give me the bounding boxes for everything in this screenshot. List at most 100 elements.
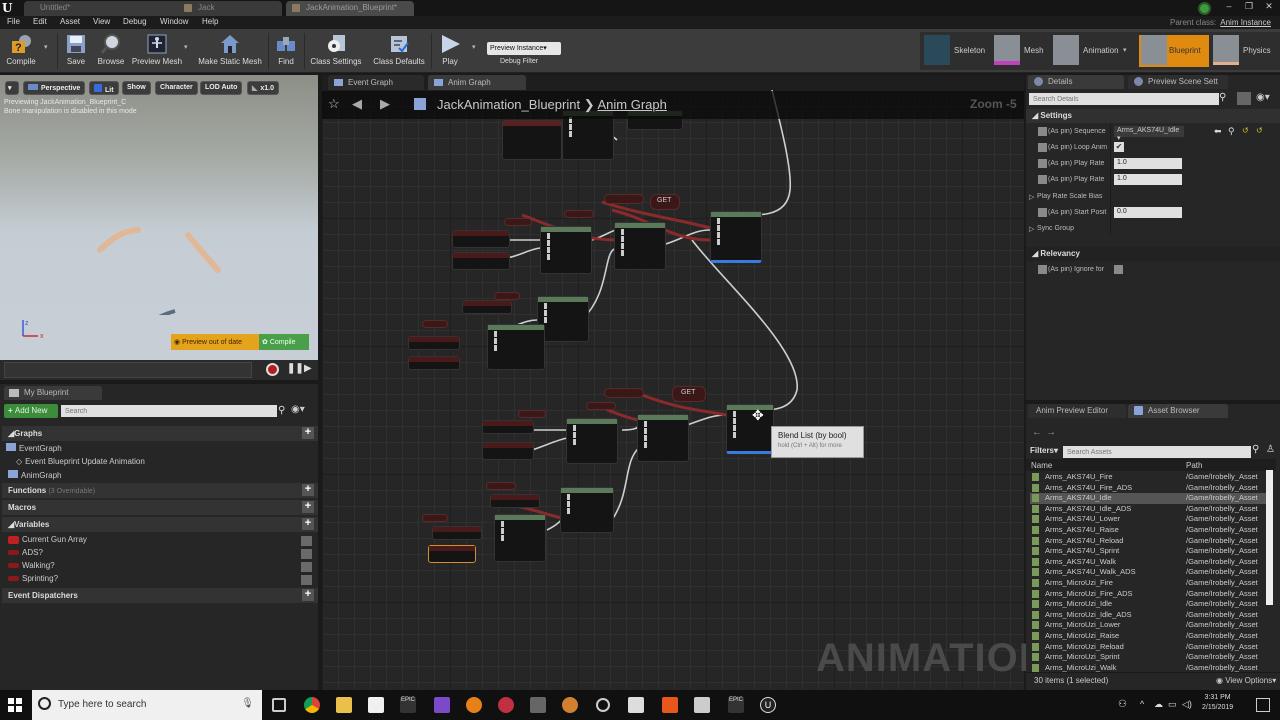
as-pin-checkbox[interactable] [1038, 175, 1047, 184]
sequence-player-node[interactable] [452, 230, 510, 248]
bool-variable-node[interactable] [564, 210, 594, 218]
store-icon[interactable] [368, 697, 384, 713]
blend-poses-by-bool-node[interactable] [487, 324, 545, 370]
menu-debug[interactable]: Debug [123, 17, 147, 26]
visibility-options-icon[interactable]: ◉▾ [1256, 92, 1270, 103]
lock-user-icon[interactable]: ♙ [1266, 444, 1275, 455]
asset-row[interactable]: Arms_AKS74U_Idle/Game/Irobelly_Asset [1030, 493, 1266, 504]
node-pin[interactable] [644, 428, 682, 434]
file-explorer-icon[interactable] [336, 697, 352, 713]
asset-row[interactable]: Arms_AKS74U_Raise/Game/Irobelly_Asset [1030, 525, 1266, 536]
menu-file[interactable]: File [7, 17, 20, 26]
node-pin[interactable] [494, 331, 538, 337]
mode-blueprint[interactable]: Blueprint [1139, 35, 1209, 67]
node-pin[interactable] [494, 345, 538, 351]
play-rate-input[interactable]: 1.0 [1114, 174, 1182, 185]
asset-row[interactable]: Arms_AKS74U_Sprint/Game/Irobelly_Asset [1030, 546, 1266, 557]
add-new-button[interactable]: + Add New [4, 404, 58, 418]
variable-visibility-toggle[interactable] [301, 575, 312, 585]
office-icon[interactable] [662, 697, 678, 713]
mode-animation[interactable]: Animation ▾ [1053, 35, 1131, 67]
get-variable-node[interactable]: GET [650, 194, 680, 210]
blend-poses-by-bool-node[interactable] [494, 514, 546, 562]
asset-row[interactable]: Arms_AKS74U_Walk_ADS/Game/Irobelly_Asset [1030, 567, 1266, 578]
node-pin[interactable] [733, 425, 767, 431]
asset-search-input[interactable] [1063, 446, 1251, 458]
bool-variable-node[interactable] [494, 292, 520, 300]
node-pin[interactable] [567, 508, 607, 514]
as-pin-checkbox[interactable] [1038, 159, 1047, 168]
asset-row[interactable]: Arms_AKS74U_Lower/Game/Irobelly_Asset [1030, 514, 1266, 525]
view-options-button[interactable]: ◉ View Options▾ [1216, 676, 1276, 685]
close-button[interactable]: ✕ [1260, 1, 1278, 14]
loop-anim-checkbox[interactable]: ✔ [1114, 142, 1124, 152]
detail-row-play-rate-scale-bias[interactable]: ▷ Play Rate Scale Bias [1026, 189, 1280, 205]
history-forward-icon[interactable]: → [1046, 427, 1056, 438]
as-pin-checkbox[interactable] [1038, 127, 1047, 136]
blend-poses-by-bool-node[interactable] [540, 226, 592, 274]
menu-edit[interactable]: Edit [33, 17, 47, 26]
bool-variable-node[interactable] [504, 218, 532, 226]
menu-help[interactable]: Help [202, 17, 218, 26]
taskbar-search-box[interactable]: Type here to search 🎙 [32, 690, 262, 720]
record-button[interactable] [266, 363, 279, 376]
node-pin[interactable] [547, 240, 585, 246]
asset-row[interactable]: Arms_AKS74U_Idle_ADS/Game/Irobelly_Asset [1030, 504, 1266, 515]
favorite-star-icon[interactable]: ☆ [328, 96, 340, 112]
tree-item-eventgraph[interactable]: EventGraph [6, 443, 62, 453]
animation-mode-caret[interactable]: ▾ [1123, 46, 1127, 54]
relevancy-section-header[interactable]: ◢ Relevancy [1026, 247, 1280, 261]
asset-row[interactable]: Arms_MicroUzi_Raise/Game/Irobelly_Asset [1030, 631, 1266, 642]
asset-row[interactable]: Arms_AKS74U_Fire/Game/Irobelly_Asset [1030, 472, 1266, 483]
get-variable-node[interactable]: GET [672, 386, 706, 402]
reset-icon[interactable]: ↺ [1256, 126, 1263, 135]
mode-physics[interactable]: Physics [1213, 35, 1279, 67]
node-pin[interactable] [544, 303, 582, 309]
details-search-input[interactable] [1029, 93, 1219, 105]
calculator-icon[interactable] [694, 697, 710, 713]
calendar-icon[interactable] [628, 697, 644, 713]
node-pin[interactable] [567, 494, 607, 500]
chrome-icon[interactable] [304, 697, 320, 713]
character-button[interactable]: Character [155, 81, 198, 95]
sequence-player-node[interactable] [452, 252, 510, 270]
sequence-player-node[interactable] [482, 420, 534, 434]
minimize-button[interactable]: – [1220, 1, 1238, 14]
viewport-compile-button[interactable]: ✿ Compile [259, 334, 309, 350]
step-forward-button[interactable]: ▶ [304, 363, 312, 374]
app-icon[interactable] [530, 697, 546, 713]
find-button[interactable]: Find [272, 29, 300, 73]
sequence-player-node[interactable] [432, 526, 482, 540]
playback-speed-button[interactable]: ◣ x1.0 [247, 81, 280, 95]
add-dispatcher-button[interactable]: + [302, 589, 314, 601]
epic-launcher-icon[interactable]: EPIC [400, 697, 416, 713]
node-pin[interactable] [717, 218, 755, 224]
node-pin[interactable] [547, 233, 585, 239]
breadcrumb-leaf[interactable]: Anim Graph [598, 97, 667, 112]
add-function-button[interactable]: + [302, 484, 314, 496]
variable-walking[interactable]: Walking? [8, 561, 316, 572]
node-pin[interactable] [621, 243, 659, 249]
node-pin[interactable] [717, 225, 755, 231]
add-macro-button[interactable]: + [302, 501, 314, 513]
my-blueprint-tab[interactable]: My Blueprint [4, 386, 102, 400]
node-pin[interactable] [573, 432, 611, 438]
node-pin[interactable] [547, 254, 585, 260]
tree-item-update-animation[interactable]: ◇ Event Blueprint Update Animation [16, 457, 145, 466]
app-icon[interactable] [562, 697, 578, 713]
section-macros[interactable]: Macros + [2, 500, 318, 515]
class-settings-button[interactable]: Class Settings [308, 29, 364, 73]
volume-icon[interactable]: ◁) [1182, 699, 1192, 710]
asset-row[interactable]: Arms_AKS74U_Walk/Game/Irobelly_Asset [1030, 557, 1266, 568]
node-pin[interactable] [501, 528, 539, 534]
tab-anim-graph[interactable]: Anim Graph [428, 75, 526, 90]
windows-start-icon[interactable] [8, 698, 22, 712]
preview-mesh-button[interactable]: Preview Mesh [131, 29, 183, 73]
viewport-options-button[interactable]: ▾ [5, 81, 19, 95]
asset-row[interactable]: Arms_AKS74U_Reload/Game/Irobelly_Asset [1030, 536, 1266, 547]
people-icon[interactable]: ⚇ [1118, 699, 1127, 710]
lod-button[interactable]: LOD Auto [200, 81, 243, 95]
node-pin[interactable] [644, 435, 682, 441]
bool-variable-node[interactable] [422, 514, 448, 522]
history-back-icon[interactable]: ← [1032, 427, 1042, 438]
